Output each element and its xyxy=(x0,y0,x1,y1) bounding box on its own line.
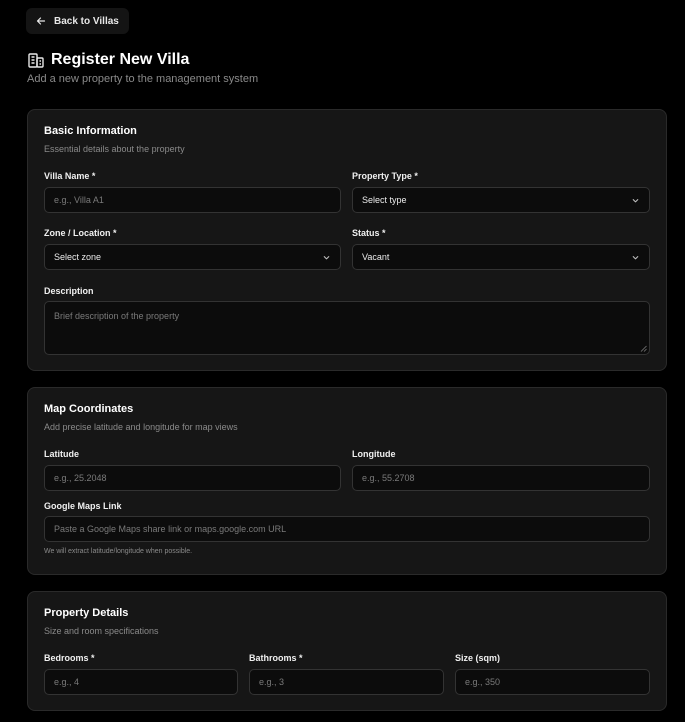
longitude-placeholder: e.g., 55.2708 xyxy=(362,473,415,483)
back-label: Back to Villas xyxy=(54,15,119,27)
card-title: Basic Information xyxy=(44,125,137,137)
google-maps-link-label: Google Maps Link xyxy=(44,501,122,511)
property-type-value: Select type xyxy=(362,195,407,205)
page-title: Register New Villa xyxy=(51,51,190,68)
description-placeholder: Brief description of the property xyxy=(54,311,180,321)
description-label: Description xyxy=(44,286,94,296)
google-maps-link-placeholder: Paste a Google Maps share link or maps.g… xyxy=(54,524,287,534)
bathrooms-placeholder: e.g., 3 xyxy=(259,677,285,687)
size-input[interactable]: e.g., 350 xyxy=(455,669,650,695)
latitude-label: Latitude xyxy=(44,449,79,459)
bedrooms-label: Bedrooms * xyxy=(44,653,95,663)
zone-label: Zone / Location * xyxy=(44,228,117,238)
resize-grip-icon[interactable] xyxy=(640,345,647,352)
chevron-down-icon xyxy=(323,255,330,259)
card-description: Add precise latitude and longitude for m… xyxy=(44,422,238,432)
basic-information-card: Basic Information Essential details abou… xyxy=(27,109,667,371)
zone-select[interactable]: Select zone xyxy=(44,244,341,270)
status-label: Status * xyxy=(352,228,386,238)
status-value: Vacant xyxy=(362,252,390,262)
bathrooms-input[interactable]: e.g., 3 xyxy=(249,669,444,695)
maps-link-hint: We will extract latitude/longitude when … xyxy=(44,548,193,555)
villa-name-placeholder: e.g., Villa A1 xyxy=(54,195,104,205)
arrow-left-icon xyxy=(36,17,46,25)
villa-name-label: Villa Name * xyxy=(44,171,96,181)
status-select[interactable]: Vacant xyxy=(352,244,650,270)
chevron-down-icon xyxy=(632,255,639,259)
page-subtitle: Add a new property to the management sys… xyxy=(27,73,259,85)
longitude-label: Longitude xyxy=(352,449,396,459)
card-title: Map Coordinates xyxy=(44,403,134,415)
google-maps-link-input[interactable]: Paste a Google Maps share link or maps.g… xyxy=(44,516,650,542)
map-coordinates-card: Map Coordinates Add precise latitude and… xyxy=(27,387,667,575)
description-textarea[interactable]: Brief description of the property xyxy=(44,301,650,355)
chevron-down-icon xyxy=(632,198,639,202)
size-placeholder: e.g., 350 xyxy=(465,677,501,687)
property-details-card: Property Details Size and room specifica… xyxy=(27,591,667,711)
card-description: Essential details about the property xyxy=(44,144,185,154)
size-label: Size (sqm) xyxy=(455,653,501,663)
back-to-villas-button[interactable]: Back to Villas xyxy=(26,8,129,34)
latitude-input[interactable]: e.g., 25.2048 xyxy=(44,465,341,491)
page-header: Register New Villa xyxy=(27,51,189,69)
bedrooms-placeholder: e.g., 4 xyxy=(54,677,80,687)
bathrooms-label: Bathrooms * xyxy=(249,653,303,663)
bedrooms-input[interactable]: e.g., 4 xyxy=(44,669,238,695)
latitude-placeholder: e.g., 25.2048 xyxy=(54,473,107,483)
property-type-label: Property Type * xyxy=(352,171,418,181)
property-type-select[interactable]: Select type xyxy=(352,187,650,213)
zone-value: Select zone xyxy=(54,252,102,262)
card-description: Size and room specifications xyxy=(44,626,159,636)
building-icon xyxy=(28,53,44,68)
longitude-input[interactable]: e.g., 55.2708 xyxy=(352,465,650,491)
villa-name-input[interactable]: e.g., Villa A1 xyxy=(44,187,341,213)
card-title: Property Details xyxy=(44,607,129,619)
